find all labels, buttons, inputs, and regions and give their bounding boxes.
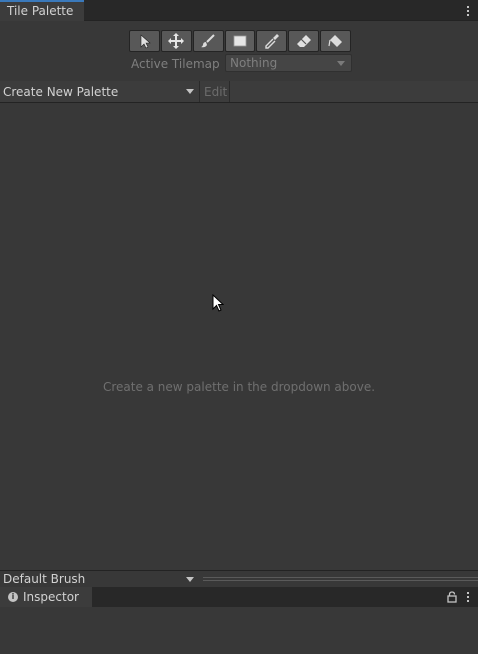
edit-palette-button[interactable]: Edit	[200, 81, 230, 102]
palette-dropdown[interactable]: Create New Palette	[0, 81, 200, 102]
paintbrush-tool-button[interactable]	[192, 30, 224, 52]
chevron-down-icon	[337, 61, 345, 66]
palette-toolbar: Create New Palette Edit	[0, 81, 478, 103]
tab-inspector[interactable]: i Inspector	[0, 587, 92, 607]
mouse-cursor-icon	[212, 294, 224, 312]
edit-palette-label: Edit	[204, 85, 228, 99]
picker-tool-button[interactable]	[256, 30, 288, 52]
fill-tool-button[interactable]	[320, 30, 352, 52]
info-icon: i	[8, 592, 18, 602]
eraser-tool-button[interactable]	[288, 30, 320, 52]
active-tilemap-value: Nothing	[230, 56, 278, 70]
move-tool-icon	[168, 33, 185, 49]
window-menu-icon[interactable]	[463, 4, 473, 18]
inspector-tab-bar: i Inspector	[0, 587, 478, 607]
box-fill-tool-button[interactable]	[224, 30, 256, 52]
chevron-down-icon	[186, 577, 194, 582]
brush-dropdown[interactable]: Default Brush	[0, 571, 200, 588]
paintbrush-tool-icon	[201, 34, 215, 48]
move-tool-button[interactable]	[160, 30, 192, 52]
fill-tool-icon	[327, 35, 342, 47]
box-fill-tool-icon	[233, 35, 247, 47]
tab-inspector-label: Inspector	[23, 590, 79, 604]
tab-tile-palette[interactable]: Tile Palette	[0, 0, 84, 21]
active-tilemap-label: Active Tilemap	[131, 57, 220, 71]
eraser-tool-icon	[296, 35, 311, 47]
tab-tile-palette-label: Tile Palette	[7, 4, 74, 18]
picker-tool-icon	[265, 34, 279, 49]
chevron-down-icon	[186, 89, 194, 94]
select-tool-button[interactable]	[129, 30, 160, 52]
inspector-menu-icon[interactable]	[463, 590, 473, 604]
empty-palette-message: Create a new palette in the dropdown abo…	[102, 380, 376, 394]
brush-bar: Default Brush	[0, 570, 478, 587]
select-tool-icon	[141, 34, 152, 49]
inspector-body	[0, 607, 478, 654]
tile-palette-tab-bar: Tile Palette	[0, 0, 478, 21]
tool-strip	[129, 30, 352, 52]
palette-dropdown-label: Create New Palette	[3, 85, 119, 99]
lock-icon[interactable]	[447, 591, 457, 603]
brush-dropdown-label: Default Brush	[3, 572, 86, 586]
panel-splitter-handle[interactable]	[203, 577, 478, 581]
active-tilemap-dropdown[interactable]: Nothing	[225, 54, 352, 72]
